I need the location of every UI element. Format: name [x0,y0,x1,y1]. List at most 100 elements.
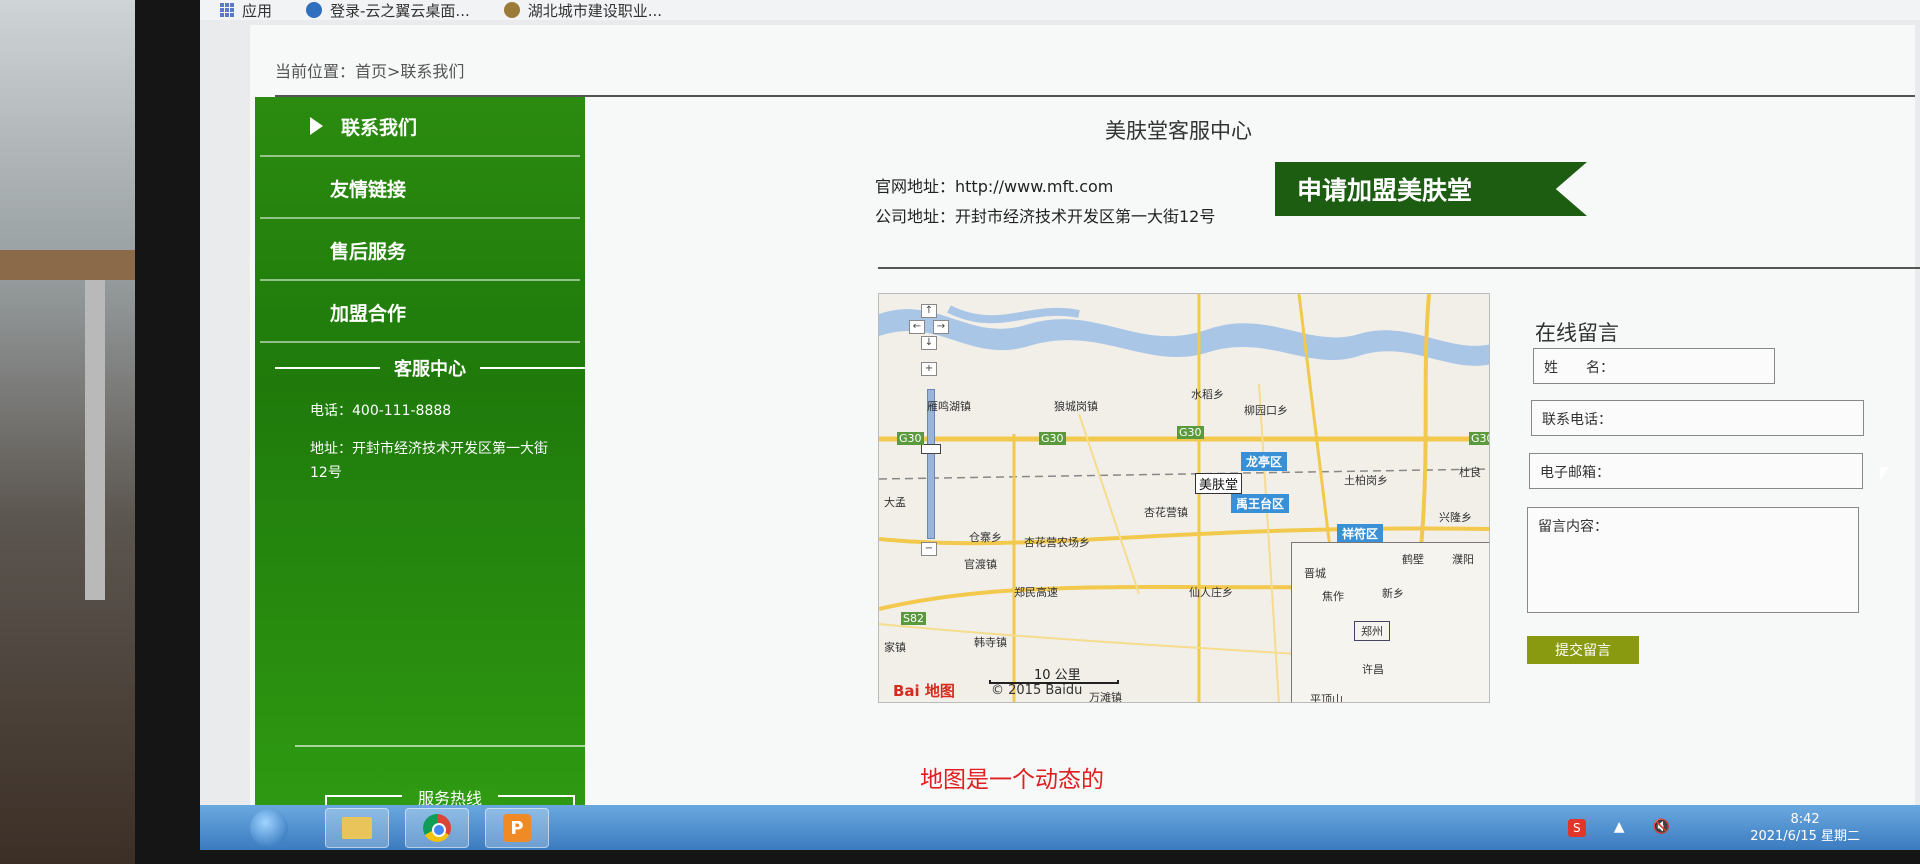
clock-date: 2021/6/15 星期二 [1750,829,1860,844]
map-place-label: 仙人庄乡 [1189,586,1233,599]
map-place-label: 大孟 [884,496,906,509]
service-center-heading: 客服中心 [275,355,585,381]
overview-minimap[interactable]: 鹤壁 濮阳 晋城 焦作 新乡 郑州 许昌 平顶山 [1291,542,1489,703]
taskbar: P S ▲ 🔇 8:42 2021/6/15 星期二 [200,805,1920,850]
baidu-logo-text: Bai 地图 [893,682,955,700]
bookmark-label: 湖北城市建设职业... [527,1,663,20]
pan-left-button[interactable]: ← [909,320,925,334]
chrome-icon [423,814,451,842]
map-place-label: 韩寺镇 [974,636,1007,649]
map-place-label: 杏花营农场乡 [1024,536,1090,549]
play-triangle-icon [310,117,323,135]
volume-muted-icon[interactable]: 🔇 [1653,819,1670,837]
bookmark-label: 应用 [242,1,273,20]
sidebar-item-friend-links[interactable]: 友情链接 [260,159,580,219]
phone-field[interactable]: 联系电话： [1531,400,1864,436]
desk-leg [85,280,105,600]
taskbar-chrome[interactable] [405,808,469,848]
minimap-place-label: 鹤壁 [1402,553,1424,566]
minimap-place-label: 濮阳 [1452,553,1474,566]
minimap-place-label: 晋城 [1304,567,1326,580]
map-place-label: 仓寨乡 [969,531,1002,544]
highway-badge: G30 [897,432,924,445]
map-place-label: 柳园口乡 [1244,404,1288,417]
map-place-label: 土柏岗乡 [1344,474,1388,487]
map-place-label: 杏花营镇 [1144,506,1188,519]
sidebar-item-label: 加盟合作 [330,302,407,325]
sidebar-item-label: 友情链接 [330,178,407,201]
minimap-viewport[interactable]: 郑州 [1354,621,1390,641]
apps-grid-icon [220,3,234,17]
zoom-out-button[interactable]: − [921,542,937,556]
submit-message-button[interactable]: 提交留言 [1527,636,1639,664]
breadcrumb: 当前位置：首页>联系我们 [275,62,465,81]
highway-badge: S82 [901,612,926,625]
sogou-ime-icon[interactable]: S [1567,819,1586,837]
email-field[interactable]: 电子邮箱： [1529,453,1863,489]
message-field[interactable]: 留言内容： [1527,507,1859,613]
sidebar-item-label: 联系我们 [341,116,418,139]
tray-expand-icon[interactable]: ▲ [1614,819,1625,837]
district-label: 龙亭区 [1241,452,1288,471]
map-view[interactable]: ↑ ← → ↓ + − 雁鸣湖镇 狼城岗镇 水稻乡 柳园口乡 土柏岗乡 杏花营镇… [878,293,1490,703]
cloud-desktop-icon [306,2,323,18]
taskbar-file-explorer[interactable] [325,808,389,848]
divider [878,267,1920,269]
district-label: 禹王台区 [1231,494,1290,513]
folder-icon [342,817,372,839]
school-icon [503,2,520,18]
map-place-label: 狼城岗镇 [1054,400,1098,413]
taskbar-clock[interactable]: 8:42 2021/6/15 星期二 [1750,811,1860,845]
web-page: 当前位置：首页>联系我们 联系我们 友情链接 售后服务 加盟合作 客服中心 电话… [250,25,1920,835]
pan-down-button[interactable]: ↓ [921,336,937,350]
bookmark-label: 登录-云之翼云桌面... [330,1,470,20]
highway-badge: G30 [1177,426,1204,439]
clock-time: 8:42 [1790,812,1820,827]
map-place-label: 雁鸣湖镇 [927,400,971,413]
map-place-label: 家镇 [884,641,906,654]
taskbar-app-p[interactable]: P [485,808,549,848]
sidebar-item-contact-us[interactable]: 联系我们 [260,97,580,157]
bookmark-school[interactable]: 湖北城市建设职业... [503,0,663,21]
minimap-place-label: 新乡 [1382,587,1404,600]
bookmark-cloud-desktop[interactable]: 登录-云之翼云桌面... [306,0,470,21]
pan-up-button[interactable]: ↑ [921,304,937,318]
minimap-place-label: 许昌 [1362,663,1384,676]
divider [295,745,585,747]
company-address: 公司地址：开封市经济技术开发区第一大街12号 [875,207,1216,226]
district-label: 祥符区 [1337,524,1384,543]
sidebar-item-label: 售后服务 [330,240,407,263]
message-form-title: 在线留言 [1535,321,1619,345]
map-place-label: 官渡镇 [964,558,997,571]
sidebar-item-after-sales[interactable]: 售后服务 [260,221,580,281]
pan-right-button[interactable]: → [933,320,949,334]
divider [480,367,585,369]
page-title: 美肤堂客服中心 [1105,119,1252,143]
start-button[interactable] [250,809,288,847]
p-app-icon: P [503,814,531,842]
map-place-label: 杜良 [1459,466,1481,479]
minimap-place-label: 焦作 [1322,590,1344,603]
baidu-logo: Bai 地图 [893,680,955,701]
name-field[interactable]: 姓 名： [1533,348,1775,384]
desk-background [0,250,150,280]
mouse-cursor [1880,467,1889,481]
annotation-text: 地图是一个动态的 [920,767,1104,793]
highway-badge: G30 [1469,432,1489,445]
map-place-label: 水稻乡 [1191,388,1224,401]
system-tray: S ▲ 🔇 [1567,819,1670,837]
service-center-label: 客服中心 [394,359,466,380]
join-franchise-button[interactable]: 申请加盟美肤堂 [1275,162,1587,216]
map-place-label: 郑民高速 [1014,586,1058,599]
map-copyright: © 2015 Baidu [991,683,1083,698]
bookmarks-bar: 应用 登录-云之翼云桌面... 湖北城市建设职业... [200,0,1920,20]
zoom-in-button[interactable]: + [921,362,937,376]
service-phone: 电话：400-111-8888 [310,403,452,419]
website-address: 官网地址：http://www.mft.com [875,177,1114,196]
zoom-slider-handle[interactable] [921,444,941,454]
minimap-place-label: 平顶山 [1310,693,1343,703]
map-marker[interactable]: 美肤堂 [1195,473,1243,494]
divider [275,367,380,369]
bookmark-apps[interactable]: 应用 [220,0,272,21]
sidebar-item-franchise[interactable]: 加盟合作 [260,283,580,343]
